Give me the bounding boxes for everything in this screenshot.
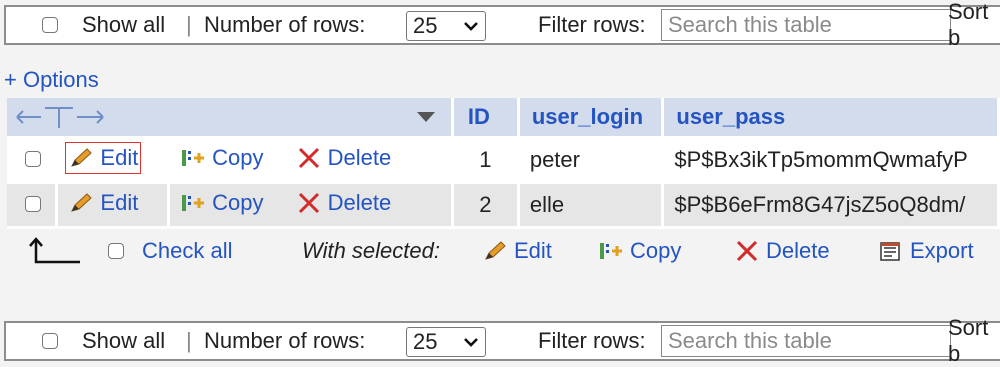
rows-label: Number of rows: xyxy=(204,328,366,353)
separator: | xyxy=(186,328,192,353)
rows-per-page-select[interactable]: 25 xyxy=(406,327,486,357)
cell-id: 1 xyxy=(453,139,520,184)
column-header-user-pass[interactable]: user_pass xyxy=(664,98,1000,139)
row-checkbox[interactable] xyxy=(7,184,59,229)
show-all-label[interactable]: Show all xyxy=(82,7,165,43)
filter-rows-search-input[interactable] xyxy=(661,9,951,41)
bulk-actions-bar: Check all With selected: Edit Copy Delet… xyxy=(0,232,1000,272)
delete-x-icon xyxy=(298,192,319,214)
delete-row-button[interactable]: Delete xyxy=(296,145,391,171)
filter-rows-search-input[interactable] xyxy=(661,325,951,357)
column-visibility-icon[interactable] xyxy=(15,104,109,130)
show-all-checkbox[interactable] xyxy=(42,7,58,43)
chevron-down-icon xyxy=(464,22,478,31)
table-row: Edit Copy Delete 1 peter $P$Bx3ikTp5momm… xyxy=(7,139,1000,184)
column-header-user-login[interactable]: user_login xyxy=(519,98,665,139)
delete-x-icon xyxy=(736,240,758,262)
show-all-checkbox[interactable] xyxy=(42,323,58,359)
rows-label: Number of rows: xyxy=(204,12,366,37)
copy-icon xyxy=(600,243,622,259)
arrow-up-left-icon xyxy=(26,232,82,270)
row-checkbox[interactable] xyxy=(7,139,59,184)
delete-row-button[interactable]: Delete xyxy=(296,190,391,216)
bulk-copy-button[interactable]: Copy xyxy=(598,232,681,270)
copy-row-button[interactable]: Copy xyxy=(180,190,263,216)
show-all-label[interactable]: Show all xyxy=(82,323,165,359)
pencil-icon xyxy=(71,148,93,167)
check-all-link[interactable]: Check all xyxy=(142,232,232,270)
with-selected-label: With selected: xyxy=(302,238,440,263)
rows-per-page-select[interactable]: 25 xyxy=(406,11,486,41)
table-row: Edit Copy Delete 2 elle $P$B6eFrm8G47jsZ… xyxy=(7,184,1000,229)
rows-per-page-value: 25 xyxy=(413,329,438,354)
bulk-export-button[interactable]: Export xyxy=(878,232,974,270)
separator: | xyxy=(186,12,192,37)
copy-row-button[interactable]: Copy xyxy=(180,145,263,171)
column-header-id[interactable]: ID xyxy=(453,98,520,139)
pencil-icon xyxy=(485,241,506,260)
top-table-navigation: Show all | Number of rows: 25 Filter row… xyxy=(4,0,1000,50)
filter-rows-label: Filter rows: xyxy=(538,12,646,37)
sort-by-label: Sort b xyxy=(948,0,989,50)
cell-user-login: elle xyxy=(519,184,665,229)
export-icon xyxy=(880,242,900,261)
pencil-icon xyxy=(71,193,93,212)
bottom-table-navigation: Show all | Number of rows: 25 Filter row… xyxy=(4,315,1000,366)
cell-user-login: peter xyxy=(519,139,665,184)
cell-user-pass: $P$Bx3ikTp5mommQwmafyP xyxy=(664,139,1000,184)
filter-rows-label: Filter rows: xyxy=(538,328,646,353)
delete-x-icon xyxy=(298,147,319,169)
bulk-edit-button[interactable]: Edit xyxy=(482,232,552,270)
copy-icon xyxy=(182,195,205,211)
rows-per-page-value: 25 xyxy=(413,13,438,38)
cell-id: 2 xyxy=(453,184,520,229)
sort-dropdown-icon[interactable] xyxy=(415,110,437,124)
results-table: ID user_login user_pass Edit Copy Delete… xyxy=(7,98,1000,229)
column-resize-header xyxy=(7,98,454,139)
bulk-delete-button[interactable]: Delete xyxy=(734,232,830,270)
check-all-checkbox[interactable] xyxy=(108,232,124,270)
edit-row-button[interactable]: Edit xyxy=(68,190,138,216)
options-link[interactable]: + Options xyxy=(4,67,99,93)
copy-icon xyxy=(182,150,205,166)
sort-by-label: Sort b xyxy=(948,315,989,366)
edit-row-button[interactable]: Edit xyxy=(65,142,142,174)
chevron-down-icon xyxy=(464,338,478,347)
cell-user-pass: $P$B6eFrm8G47jsZ5oQ8dm/ xyxy=(664,184,1000,229)
